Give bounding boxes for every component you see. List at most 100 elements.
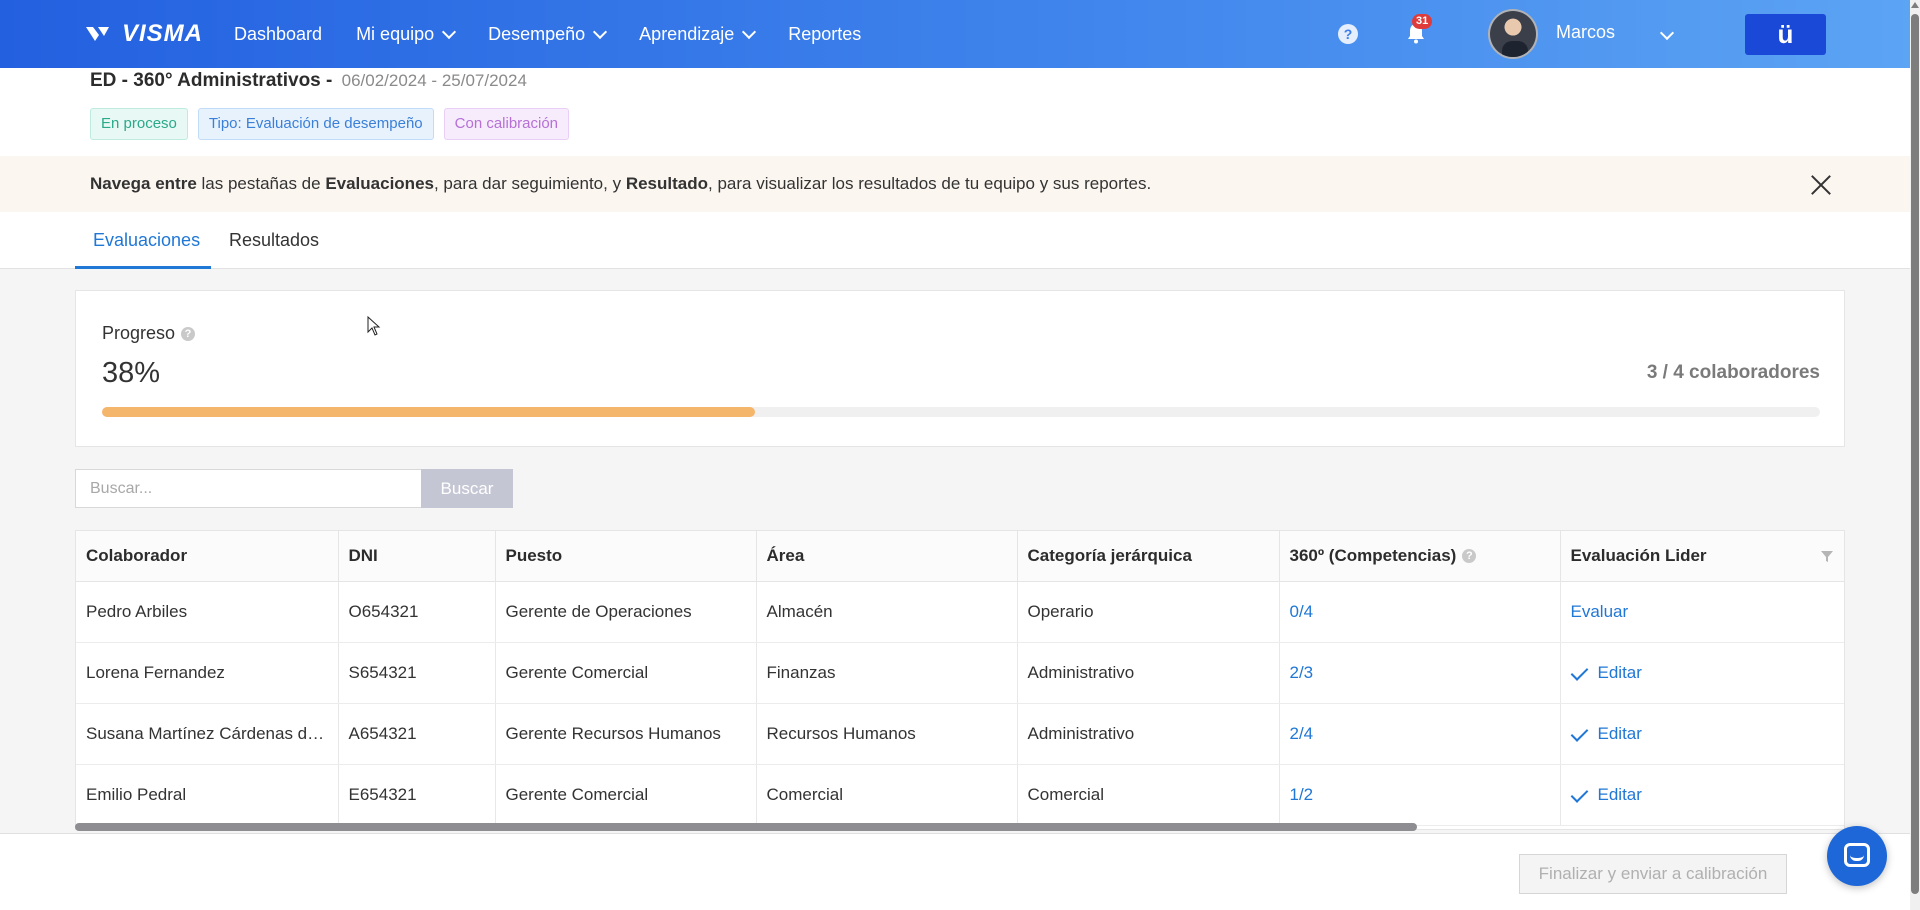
check-icon bbox=[1570, 723, 1588, 742]
cell-categoria: Administrativo bbox=[1017, 642, 1280, 704]
column-header-dni[interactable]: DNI bbox=[338, 531, 496, 582]
competencias-link[interactable]: 1/2 bbox=[1279, 764, 1561, 826]
evaluar-link[interactable]: Evaluar bbox=[1560, 581, 1844, 643]
nav-item-label: Dashboard bbox=[234, 23, 323, 44]
competencias-link[interactable]: 0/4 bbox=[1279, 581, 1561, 643]
table-row: Lorena Fernandez S654321 Gerente Comerci… bbox=[76, 642, 1844, 704]
visma-logo[interactable]: VISMA bbox=[84, 18, 203, 50]
cell-colaborador: Pedro Arbiles bbox=[76, 581, 339, 643]
nav-item-label: Mi equipo bbox=[356, 23, 435, 44]
info-text-segment: Navega entre bbox=[90, 174, 197, 193]
cell-puesto: Gerente Comercial bbox=[495, 764, 757, 826]
chevron-down-icon bbox=[593, 24, 608, 39]
question-icon[interactable]: ? bbox=[1462, 548, 1477, 563]
competencias-link[interactable]: 2/4 bbox=[1279, 703, 1561, 765]
nav-item-aprendizaje[interactable]: Aprendizaje bbox=[639, 23, 757, 45]
check-icon bbox=[1570, 784, 1588, 803]
table-header-row: Colaborador DNI Puesto Área Categoría je… bbox=[76, 531, 1844, 582]
table-row: Pedro Arbiles O654321 Gerente de Operaci… bbox=[76, 581, 1844, 643]
check-icon bbox=[1570, 662, 1588, 681]
visma-logo-icon bbox=[86, 27, 109, 41]
main-nav: Dashboard Mi equipo Desempeño Aprendizaj… bbox=[234, 0, 861, 68]
cell-categoria: Comercial bbox=[1017, 764, 1280, 826]
finalize-calibration-button[interactable]: Finalizar y enviar a calibración bbox=[1519, 854, 1787, 894]
info-banner-text: Navega entre las pestañas de Evaluacione… bbox=[90, 174, 1151, 194]
cell-categoria: Administrativo bbox=[1017, 703, 1280, 765]
horizontal-scrollbar[interactable] bbox=[75, 823, 1417, 831]
page-title: ED - 360° Administrativos - 06/02/2024 -… bbox=[90, 70, 527, 92]
help-icon[interactable]: ? bbox=[1338, 24, 1358, 44]
column-header-evaluacion-lider[interactable]: Evaluación Lider bbox=[1560, 531, 1844, 582]
info-text-segment: , para dar seguimiento, y bbox=[433, 174, 626, 193]
evaluation-dates: 06/02/2024 - 25/07/2024 bbox=[341, 71, 527, 90]
cell-categoria: Operario bbox=[1017, 581, 1280, 643]
chevron-down-icon[interactable] bbox=[1659, 25, 1675, 41]
tab-evaluaciones[interactable]: Evaluaciones bbox=[93, 230, 200, 251]
avatar[interactable] bbox=[1488, 9, 1538, 59]
cell-colaborador: Lorena Fernandez bbox=[76, 642, 339, 704]
info-text-segment: Evaluaciones bbox=[325, 174, 434, 193]
nav-item-mi-equipo[interactable]: Mi equipo bbox=[356, 23, 457, 45]
cell-colaborador: Susana Martínez Cárdenas de... bbox=[76, 703, 339, 765]
cell-puesto: Gerente de Operaciones bbox=[495, 581, 757, 643]
active-tab-indicator bbox=[75, 266, 211, 269]
tab-bar: Evaluaciones Resultados bbox=[0, 212, 1910, 269]
cell-area: Finanzas bbox=[756, 642, 1018, 704]
competencias-link[interactable]: 2/3 bbox=[1279, 642, 1561, 704]
evaluacion-lider-cell: Editar bbox=[1560, 764, 1844, 826]
calibration-badge: Con calibración bbox=[443, 108, 570, 140]
question-icon[interactable]: ? bbox=[181, 326, 196, 341]
column-header-label: Evaluación Lider bbox=[1570, 545, 1707, 565]
cell-puesto: Gerente Comercial bbox=[495, 642, 757, 704]
evaluation-name: ED - 360° Administrativos - bbox=[90, 70, 333, 91]
nav-item-desempeno[interactable]: Desempeño bbox=[488, 23, 608, 45]
top-navigation-bar: VISMA Dashboard Mi equipo Desempeño Apre… bbox=[0, 0, 1920, 68]
user-name[interactable]: Marcos bbox=[1556, 22, 1615, 43]
column-header-categoria[interactable]: Categoría jerárquica bbox=[1017, 531, 1280, 582]
search-button[interactable]: Buscar bbox=[421, 469, 513, 508]
evaluacion-lider-cell: Editar bbox=[1560, 703, 1844, 765]
scroll-up-arrow-icon[interactable] bbox=[1911, 2, 1919, 8]
vertical-scrollbar[interactable] bbox=[1911, 14, 1919, 894]
nav-item-dashboard[interactable]: Dashboard bbox=[234, 24, 322, 45]
editar-link[interactable]: Editar bbox=[1598, 785, 1642, 804]
type-badge: Tipo: Evaluación de desempeño bbox=[197, 108, 434, 140]
filter-icon[interactable] bbox=[1820, 549, 1834, 563]
cell-dni: A654321 bbox=[338, 703, 496, 765]
status-tags: En proceso Tipo: Evaluación de desempeño… bbox=[90, 108, 570, 140]
tab-resultados[interactable]: Resultados bbox=[229, 230, 319, 251]
progress-bar-fill bbox=[102, 407, 755, 417]
collaborators-count: 3 / 4 colaboradores bbox=[1646, 362, 1820, 383]
editar-link[interactable]: Editar bbox=[1598, 724, 1642, 743]
column-header-puesto[interactable]: Puesto bbox=[495, 531, 757, 582]
close-icon[interactable] bbox=[1810, 174, 1832, 196]
chat-icon[interactable] bbox=[1827, 826, 1887, 886]
notification-badge: 31 bbox=[1412, 14, 1433, 29]
nav-item-label: Desempeño bbox=[488, 23, 586, 44]
progress-label-text: Progreso bbox=[102, 323, 176, 343]
cell-area: Comercial bbox=[756, 764, 1018, 826]
evaluacion-lider-cell: Editar bbox=[1560, 642, 1844, 704]
cell-dni: O654321 bbox=[338, 581, 496, 643]
nav-item-label: Reportes bbox=[788, 23, 862, 44]
progress-card: Progreso ? 38% 3 / 4 colaboradores bbox=[75, 290, 1845, 447]
table-row: Emilio Pedral E654321 Gerente Comercial … bbox=[76, 764, 1844, 826]
nav-item-reportes[interactable]: Reportes bbox=[788, 24, 861, 45]
column-header-colaborador[interactable]: Colaborador bbox=[76, 531, 339, 582]
editar-link[interactable]: Editar bbox=[1598, 663, 1642, 682]
cell-dni: E654321 bbox=[338, 764, 496, 826]
u-app-button[interactable]: ü bbox=[1745, 14, 1826, 55]
nav-item-label: Aprendizaje bbox=[639, 23, 735, 44]
visma-logo-text: VISMA bbox=[122, 20, 204, 47]
chevron-down-icon bbox=[742, 24, 757, 39]
collaborators-table: Colaborador DNI Puesto Área Categoría je… bbox=[75, 530, 1845, 830]
column-header-label: 360º (Competencias) bbox=[1289, 545, 1457, 565]
column-header-competencias[interactable]: 360º (Competencias) ? bbox=[1279, 531, 1561, 582]
cell-dni: S654321 bbox=[338, 642, 496, 704]
progress-label: Progreso ? bbox=[102, 323, 196, 344]
progress-percentage: 38% bbox=[102, 357, 161, 389]
column-header-area[interactable]: Área bbox=[756, 531, 1018, 582]
cell-area: Recursos Humanos bbox=[756, 703, 1018, 765]
search-input[interactable] bbox=[75, 469, 422, 508]
progress-bar bbox=[102, 407, 1820, 417]
